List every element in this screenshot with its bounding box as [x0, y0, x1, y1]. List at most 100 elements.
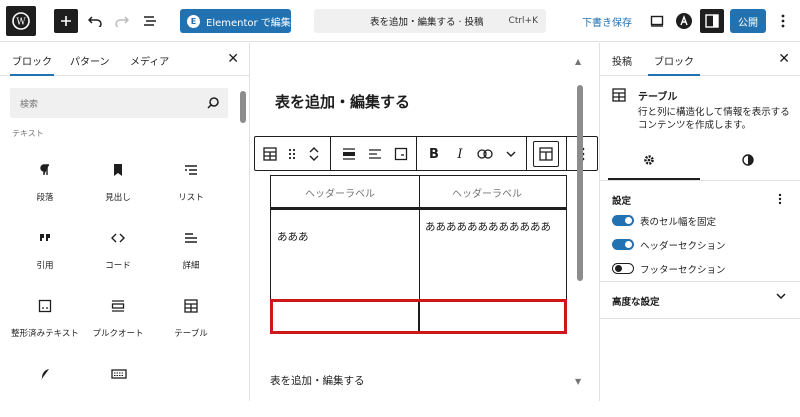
toggle-switch[interactable]: [612, 263, 634, 274]
close-icon[interactable]: ✕: [227, 51, 239, 67]
block-item-verse[interactable]: [9, 357, 81, 417]
block-item-preformatted[interactable]: 整形済みテキスト: [9, 289, 81, 349]
drag-handle-icon[interactable]: [284, 146, 300, 162]
block-label: 見出し: [105, 193, 131, 203]
scroll-up-icon[interactable]: ▲: [575, 57, 581, 66]
table-cell[interactable]: あああ: [277, 228, 415, 247]
publish-button[interactable]: 公開: [730, 9, 766, 33]
block-label: コード: [105, 261, 131, 271]
tab-patterns[interactable]: パターン: [70, 53, 110, 68]
close-icon[interactable]: ✕: [778, 51, 790, 67]
command-shortcut: Ctrl+K: [508, 16, 538, 26]
bold-icon[interactable]: B: [426, 146, 442, 162]
move-up-down-icon[interactable]: [306, 146, 322, 162]
block-item-pullquote[interactable]: プルクオート: [82, 289, 154, 349]
add-block-button[interactable]: [54, 9, 78, 33]
search-placeholder: 検索: [20, 100, 39, 110]
block-toolbar: B I: [254, 136, 598, 171]
table-icon[interactable]: [262, 146, 278, 162]
block-item-quote[interactable]: 引用: [9, 221, 81, 281]
edit-table-icon[interactable]: [393, 146, 409, 162]
block-item-paragraph[interactable]: 段落: [9, 153, 81, 213]
header-cell[interactable]: ヘッダーラベル: [305, 185, 375, 200]
preformatted-icon: [38, 299, 52, 313]
editor-scrollbar[interactable]: [577, 85, 583, 281]
advanced-panel[interactable]: 高度な設定: [600, 281, 800, 319]
link-icon[interactable]: [477, 146, 493, 162]
category-label: テキスト: [12, 129, 44, 138]
options-icon[interactable]: [772, 10, 794, 32]
block-item-code[interactable]: コード: [82, 221, 154, 281]
svg-text:W: W: [16, 18, 26, 28]
style-tabs: [600, 141, 800, 181]
chevron-down-icon: [776, 293, 786, 299]
selected-empty-row[interactable]: [270, 299, 567, 334]
toolbar-divider: [330, 137, 331, 170]
save-draft-button[interactable]: 下書き保存: [582, 14, 632, 29]
tab-media[interactable]: メディア: [130, 53, 169, 68]
verse-icon: [38, 367, 52, 381]
block-label: テーブル: [174, 329, 208, 339]
block-item-table[interactable]: テーブル: [155, 289, 227, 349]
undo-icon[interactable]: [84, 10, 106, 32]
table-icon: [612, 88, 626, 102]
top-toolbar: W E Elementor で編集 表を追加・編集する · 投稿 Ctrl+K …: [0, 0, 800, 42]
pullquote-icon: [111, 299, 125, 313]
details-icon: [184, 231, 198, 245]
toggle-label: フッターセクション: [640, 265, 726, 276]
paragraph-icon: [38, 163, 52, 177]
toolbar-divider: [526, 137, 527, 170]
block-label: 整形済みテキスト: [11, 329, 79, 339]
table-cell[interactable]: ああああああああああああ: [425, 218, 563, 237]
tab-post[interactable]: 投稿: [612, 53, 632, 68]
toggle-switch[interactable]: [612, 239, 634, 250]
next-paragraph[interactable]: 表を追加・編集する: [270, 373, 365, 388]
keyboard-icon: [111, 367, 127, 381]
align-left-icon[interactable]: [367, 146, 383, 162]
post-title[interactable]: 表を追加・編集する: [275, 91, 410, 112]
toggle-switch[interactable]: [612, 215, 634, 226]
settings-section-title: 設定: [612, 196, 632, 207]
block-label: プルクオート: [92, 329, 144, 339]
italic-icon[interactable]: I: [452, 146, 468, 162]
styles-icon[interactable]: [742, 154, 754, 166]
settings-sidebar: 投稿 ブロック ✕ テーブル 行と列に構造化して情報を表示するコンテンツを作成し…: [599, 43, 800, 401]
block-item-list[interactable]: リスト: [155, 153, 227, 213]
align-wide-icon[interactable]: [341, 146, 357, 162]
block-item-details[interactable]: 詳細: [155, 221, 227, 281]
section-options-icon[interactable]: [778, 193, 782, 205]
gear-icon[interactable]: [643, 154, 655, 166]
tab-blocks[interactable]: ブロック: [10, 53, 54, 76]
block-label: 詳細: [182, 261, 200, 271]
active-tab-indicator: [608, 178, 700, 180]
inserter-scrollbar[interactable]: [240, 91, 246, 123]
table-icon: [184, 299, 198, 313]
toolbar-divider: [416, 137, 417, 170]
block-description: 行と列に構造化して情報を表示するコンテンツを作成します。: [638, 107, 790, 131]
block-label: 段落: [36, 193, 54, 203]
editor-canvas: ▲ 表を追加・編集する B I ヘッダーラベル ヘッダーラベル あああ ああああ…: [251, 43, 598, 401]
block-item-keyboard[interactable]: [82, 357, 154, 417]
toggle-label: 表のセル幅を固定: [640, 217, 717, 228]
block-search-input[interactable]: 検索: [10, 88, 228, 118]
astra-icon[interactable]: [673, 10, 695, 32]
code-icon: [111, 231, 125, 245]
elementor-edit-button[interactable]: E Elementor で編集: [180, 9, 291, 33]
tab-block[interactable]: ブロック: [648, 53, 700, 76]
table-edit-button[interactable]: [533, 141, 559, 167]
settings-sidebar-toggle[interactable]: [700, 9, 724, 33]
redo-icon[interactable]: [111, 10, 133, 32]
preview-icon[interactable]: [646, 10, 668, 32]
block-item-heading[interactable]: 見出し: [82, 153, 154, 213]
wordpress-logo[interactable]: W: [6, 6, 36, 36]
document-overview-icon[interactable]: [139, 10, 161, 32]
elementor-icon: E: [187, 14, 200, 28]
list-icon: [184, 163, 198, 177]
command-palette[interactable]: 表を追加・編集する · 投稿 Ctrl+K: [314, 9, 546, 33]
chevron-down-icon[interactable]: [503, 146, 519, 162]
header-cell[interactable]: ヘッダーラベル: [452, 185, 522, 200]
scroll-down-icon[interactable]: ▼: [575, 377, 581, 386]
settings-tabs: 投稿 ブロック ✕: [600, 43, 800, 76]
quote-icon: [38, 231, 52, 245]
inserter-tabs: ブロック パターン メディア ✕: [0, 43, 249, 76]
